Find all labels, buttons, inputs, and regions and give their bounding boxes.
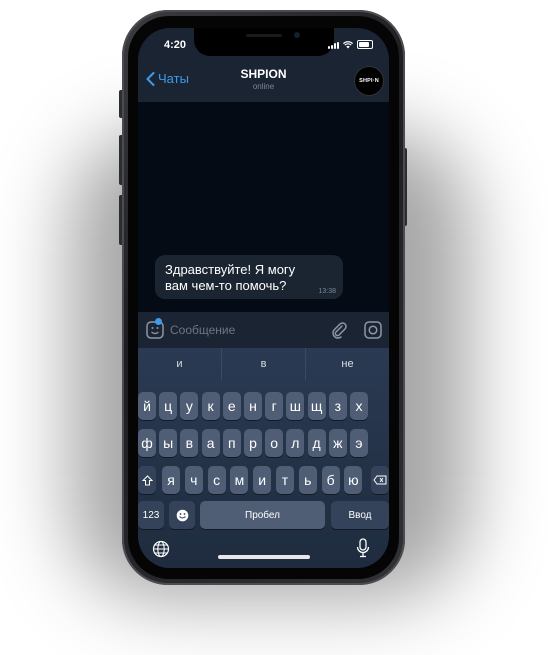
paperclip-icon[interactable] [331, 321, 347, 339]
key-row2-5[interactable]: р [244, 429, 262, 457]
key-row3-4[interactable]: и [253, 466, 272, 494]
key-row2-8[interactable]: д [307, 429, 326, 457]
return-key[interactable]: Ввод [331, 501, 389, 529]
status-time: 4:20 [164, 39, 187, 51]
suggestion-3[interactable]: не [306, 348, 389, 380]
message-list[interactable]: Здравствуйте! Я могу вам чем-то помочь? … [138, 102, 389, 312]
key-row2-7[interactable]: л [286, 429, 305, 457]
key-row2-0[interactable]: ф [138, 429, 156, 457]
message-time: 13:38 [318, 288, 336, 295]
backspace-key[interactable] [371, 466, 389, 494]
message-input[interactable] [170, 322, 320, 338]
key-row1-5[interactable]: н [244, 392, 262, 420]
key-row1-7[interactable]: ш [286, 392, 305, 420]
key-row1-8[interactable]: щ [307, 392, 326, 420]
key-row1-6[interactable]: г [265, 392, 284, 420]
chat-status: online [252, 82, 275, 91]
key-row1-0[interactable]: й [138, 392, 156, 420]
avatar-logo-text: SHPI·N [359, 78, 379, 84]
suggestion-2[interactable]: в [222, 348, 306, 380]
chat-header: Чаты SHPION online SHPI·N [138, 62, 389, 102]
status-icons [328, 40, 373, 49]
emoji-icon [176, 509, 188, 521]
key-row2-10[interactable]: э [350, 429, 368, 457]
battery-icon [357, 40, 373, 49]
message-text: Здравствуйте! Я могу вам чем-то помочь? [165, 262, 296, 293]
key-row3-2[interactable]: с [207, 466, 226, 494]
key-row1-10[interactable]: х [350, 392, 368, 420]
space-key[interactable]: Пробел [200, 501, 325, 529]
key-row3-6[interactable]: ь [298, 466, 317, 494]
composer [138, 312, 389, 348]
key-row2-3[interactable]: а [201, 429, 220, 457]
key-row3-0[interactable]: я [162, 466, 180, 494]
key-row2-4[interactable]: п [222, 429, 241, 457]
camera-icon[interactable] [364, 321, 382, 339]
key-row1-4[interactable]: е [222, 392, 241, 420]
key-row1-3[interactable]: к [201, 392, 220, 420]
key-row3-8[interactable]: ю [344, 466, 363, 494]
emoji-key[interactable] [169, 501, 195, 529]
wifi-icon [343, 41, 353, 49]
key-row2-2[interactable]: в [180, 429, 199, 457]
phone-frame: 4:20 Чаты SHPION online SHPI·N Здравству… [122, 10, 405, 585]
key-row3-5[interactable]: т [276, 466, 294, 494]
key-row2-6[interactable]: о [265, 429, 284, 457]
key-row3-1[interactable]: ч [184, 466, 203, 494]
key-row3-7[interactable]: б [321, 466, 340, 494]
backspace-icon [373, 475, 387, 485]
microphone-icon[interactable] [356, 538, 370, 558]
key-row1-9[interactable]: з [328, 392, 347, 420]
chat-title[interactable]: SHPION [138, 67, 389, 81]
key-row1-1[interactable]: ц [159, 392, 178, 420]
status-bar: 4:20 [138, 28, 389, 62]
sticker-badge [155, 318, 162, 325]
phone-screen: 4:20 Чаты SHPION online SHPI·N Здравству… [138, 28, 389, 568]
speaker-grille [246, 34, 282, 37]
front-camera [294, 32, 300, 38]
avatar[interactable]: SHPI·N [354, 66, 384, 96]
signal-icon [328, 42, 339, 49]
key-row2-9[interactable]: ж [328, 429, 347, 457]
key-row3-3[interactable]: м [230, 466, 249, 494]
shift-key[interactable] [138, 466, 156, 494]
suggestion-bar: и в не [138, 348, 389, 380]
home-indicator[interactable] [218, 555, 310, 559]
keyboard: и в не йцукенгшщзхфывапролджэячсмитьбю 1… [138, 348, 389, 568]
notch [194, 28, 334, 56]
incoming-message[interactable]: Здравствуйте! Я могу вам чем-то помочь? … [155, 255, 343, 299]
suggestion-1[interactable]: и [138, 348, 222, 380]
stage: 4:20 Чаты SHPION online SHPI·N Здравству… [0, 0, 548, 655]
key-row2-1[interactable]: ы [159, 429, 178, 457]
globe-icon[interactable] [152, 540, 170, 558]
key-row1-2[interactable]: у [180, 392, 199, 420]
numbers-key[interactable]: 123 [138, 501, 164, 529]
shift-icon [141, 474, 153, 485]
